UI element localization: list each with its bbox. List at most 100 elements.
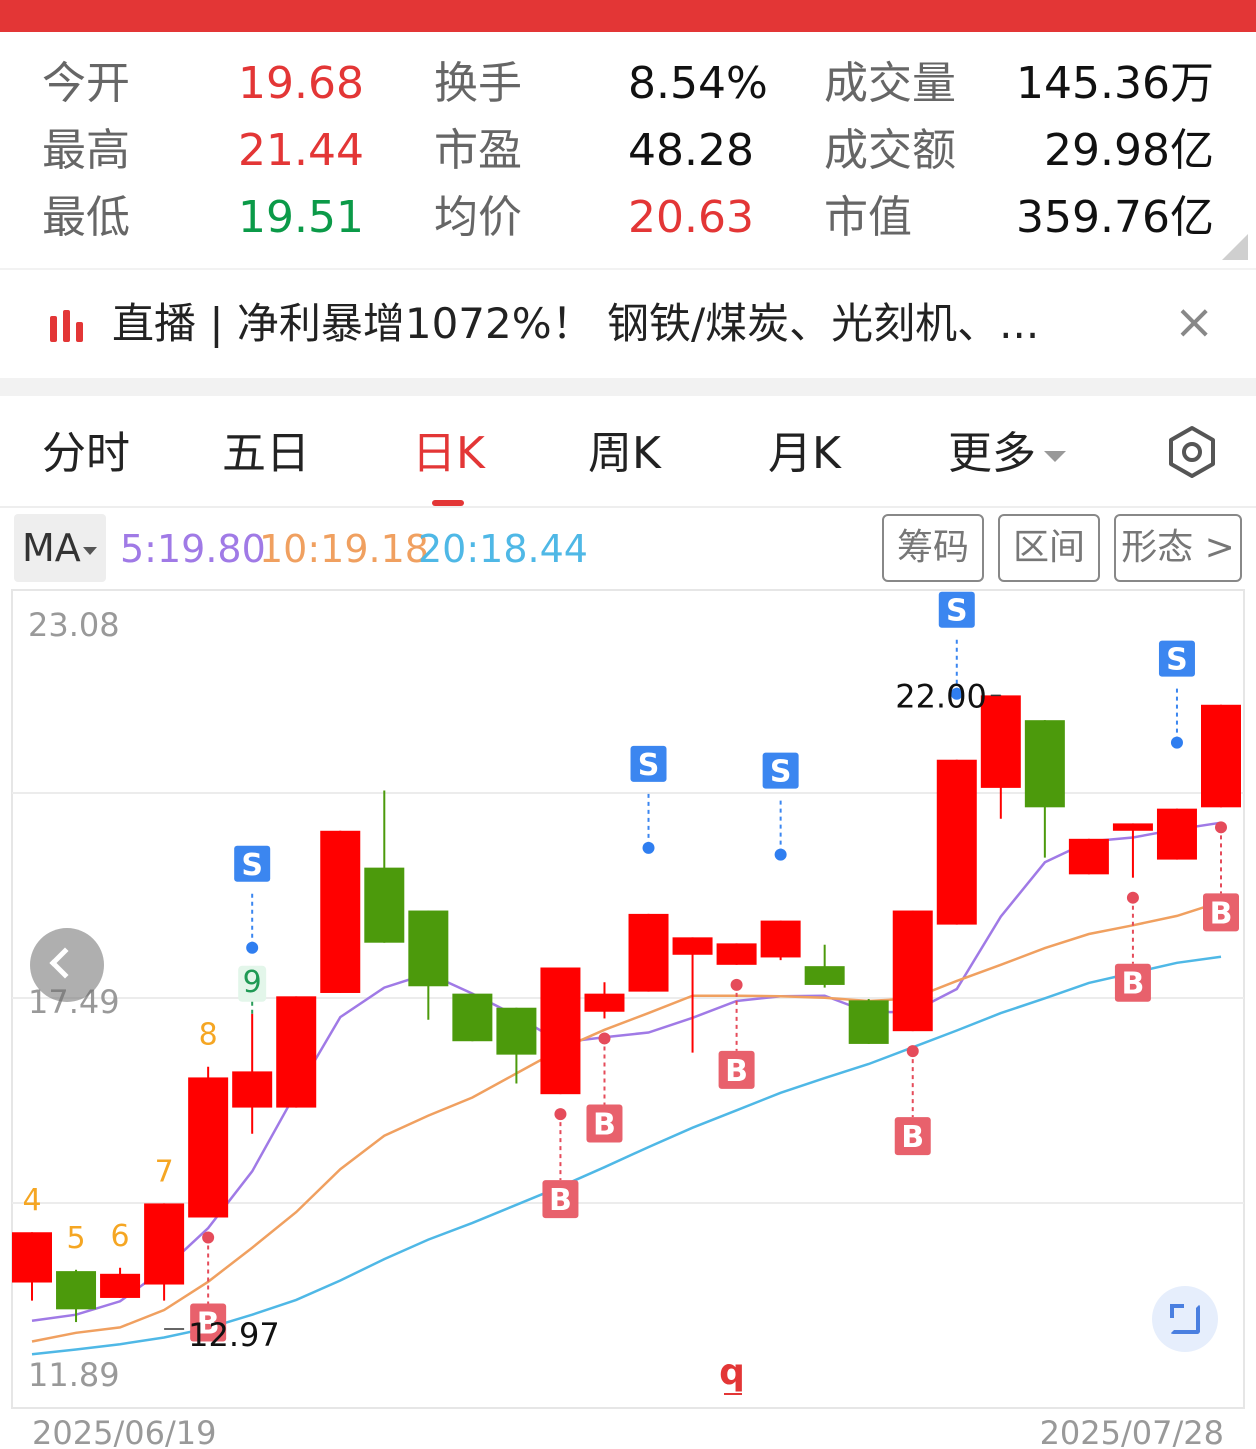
candle-body bbox=[804, 966, 845, 985]
signal-dot bbox=[1126, 891, 1139, 904]
stat-value-open: 19.68 bbox=[238, 58, 364, 109]
event-marker-label: q bbox=[719, 1352, 745, 1393]
sequence-count-label: 7 bbox=[155, 1154, 174, 1189]
candle bbox=[1068, 838, 1109, 875]
candle-body bbox=[100, 1273, 141, 1298]
signal-dot bbox=[1170, 736, 1183, 749]
candle-body bbox=[496, 1007, 537, 1055]
candle bbox=[628, 913, 669, 992]
stat-label-high: 最高 bbox=[42, 125, 130, 176]
status-bar bbox=[0, 0, 1256, 32]
quote-stats-panel: 今开 19.68 换手 8.54% 成交量 145.36万 最高 21.44 市… bbox=[0, 32, 1256, 268]
buy-signal-label: B bbox=[549, 1183, 572, 1218]
candle-body bbox=[1024, 720, 1065, 808]
close-icon[interactable]: × bbox=[1174, 294, 1214, 350]
fullscreen-button[interactable] bbox=[1152, 1286, 1218, 1352]
y-axis-tick-label: 23.08 bbox=[28, 606, 120, 644]
news-banner[interactable]: 直播 | 净利暴增1072%！ 钢铁/煤炭、光刻机、... × bbox=[0, 270, 1256, 378]
stat-label-avg-price: 均价 bbox=[434, 192, 522, 243]
candle bbox=[1201, 704, 1241, 808]
buy-signal-label: B bbox=[1210, 896, 1233, 931]
candle-body bbox=[936, 759, 977, 925]
candle bbox=[848, 999, 889, 1044]
candle bbox=[936, 759, 977, 925]
sell-signal-label: S bbox=[638, 748, 660, 783]
stat-value-volume: 145.36万 bbox=[1016, 58, 1214, 109]
stat-label-pe: 市盈 bbox=[434, 125, 522, 176]
signal-dot bbox=[774, 848, 787, 861]
candle bbox=[892, 910, 933, 1032]
signal-dot bbox=[642, 841, 655, 854]
candle-body bbox=[760, 920, 801, 958]
candle-body bbox=[276, 996, 317, 1108]
candle-body bbox=[56, 1271, 97, 1310]
candle bbox=[540, 967, 581, 1095]
live-bars-icon bbox=[48, 310, 88, 342]
fullscreen-icon bbox=[1170, 1304, 1200, 1334]
candle-body bbox=[320, 830, 361, 993]
stat-value-turnover: 8.54% bbox=[628, 58, 768, 109]
sell-signal-label: S bbox=[770, 755, 792, 790]
stat-value-high: 21.44 bbox=[238, 125, 364, 176]
stat-label-open: 今开 bbox=[42, 58, 130, 109]
stat-value-pe: 48.28 bbox=[628, 125, 754, 176]
candle-body bbox=[1156, 808, 1197, 860]
x-axis-tick-label: 2025/06/19 bbox=[32, 1414, 216, 1449]
candle bbox=[716, 943, 757, 965]
buy-signal-label: B bbox=[1121, 967, 1144, 1002]
candlestick-chart[interactable]: 45 678B9SBBSBSBSBSB23.0817.4911.892025/06… bbox=[0, 396, 1256, 1449]
min-price-label: 12.97 bbox=[188, 1316, 280, 1354]
stat-value-avg-price: 20.63 bbox=[628, 192, 754, 243]
candle-body bbox=[540, 967, 581, 1095]
stat-label-low: 最低 bbox=[42, 192, 130, 243]
candle-body bbox=[144, 1203, 185, 1285]
sell-signal-label: S bbox=[241, 848, 263, 883]
back-button[interactable] bbox=[30, 928, 104, 1002]
stat-value-low: 19.51 bbox=[238, 192, 364, 243]
stat-value-amount: 29.98亿 bbox=[1044, 125, 1214, 176]
stat-value-market-cap: 359.76亿 bbox=[1016, 192, 1214, 243]
sell-signal-label: S bbox=[1166, 643, 1188, 678]
stat-label-volume: 成交量 bbox=[824, 58, 956, 109]
candle-body bbox=[628, 913, 669, 992]
stat-label-market-cap: 市值 bbox=[824, 192, 912, 243]
news-headline[interactable]: 直播 | 净利暴增1072%！ 钢铁/煤炭、光刻机、... bbox=[112, 296, 1039, 352]
chevron-left-icon bbox=[49, 947, 81, 979]
candle bbox=[1156, 808, 1197, 860]
candle-body bbox=[892, 910, 933, 1032]
candle-body bbox=[672, 937, 713, 955]
x-axis-tick-label: 2025/07/28 bbox=[1040, 1414, 1224, 1449]
candle-body bbox=[232, 1071, 273, 1108]
buy-signal-label: B bbox=[901, 1120, 924, 1155]
sequence-count-label: 5 bbox=[66, 1221, 85, 1256]
buy-signal-label: B bbox=[593, 1107, 616, 1142]
stat-label-amount: 成交额 bbox=[824, 125, 956, 176]
max-price-label: 22.00 bbox=[895, 677, 987, 715]
candle-body bbox=[364, 867, 405, 943]
candle-body bbox=[12, 1232, 52, 1283]
candle-body bbox=[408, 910, 449, 987]
candle-body bbox=[1068, 838, 1109, 875]
sequence-count-label: 8 bbox=[199, 1018, 218, 1053]
candle bbox=[188, 1066, 229, 1218]
candle bbox=[452, 993, 493, 1042]
candle bbox=[760, 920, 801, 961]
candle-body bbox=[584, 993, 625, 1012]
sell-signal-label: S bbox=[946, 594, 968, 629]
y-axis-tick-label: 11.89 bbox=[28, 1356, 120, 1394]
candle bbox=[276, 996, 317, 1108]
sequence-count-label: 9 bbox=[243, 965, 262, 1000]
candle-body bbox=[1112, 823, 1153, 831]
sequence-count-label: 4 bbox=[22, 1183, 41, 1218]
candle-body bbox=[452, 993, 493, 1042]
stat-label-turnover: 换手 bbox=[434, 58, 522, 109]
candle-body bbox=[1201, 704, 1241, 808]
expand-stats-icon[interactable] bbox=[1222, 234, 1248, 260]
candle-body bbox=[188, 1077, 229, 1218]
candle-body bbox=[848, 1000, 889, 1044]
sequence-count-label: 6 bbox=[111, 1219, 130, 1254]
candle-body bbox=[716, 943, 757, 965]
candle bbox=[320, 830, 361, 993]
buy-signal-label: B bbox=[725, 1054, 748, 1089]
signal-dot bbox=[246, 941, 259, 954]
